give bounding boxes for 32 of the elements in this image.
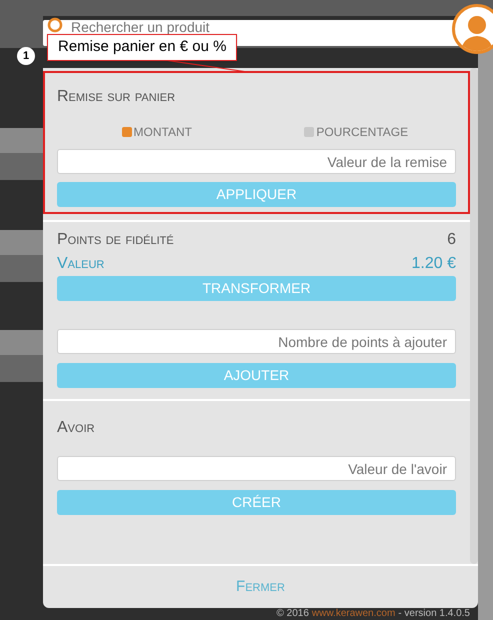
list-row (0, 128, 43, 153)
list-row (0, 355, 43, 382)
scrollbar[interactable] (470, 68, 478, 564)
value-amount: 1.20 € (412, 254, 456, 274)
step-badge: 1 (17, 47, 35, 65)
section-title: Remise sur panier (57, 87, 176, 107)
text-field[interactable]: Valeur de la remise (57, 149, 456, 174)
action-button[interactable]: TRANSFORMER (57, 276, 456, 301)
list-row (0, 230, 43, 255)
action-button[interactable]: AJOUTER (57, 363, 456, 388)
mode-option[interactable]: MONTANT (57, 123, 256, 141)
action-button[interactable]: APPLIQUER (57, 182, 456, 207)
copyright-text: © 2016 (276, 608, 309, 620)
mode-option[interactable]: POURCENTAGE (256, 123, 456, 141)
points-count: 6 (447, 230, 456, 250)
list-row (0, 153, 43, 180)
value-label: Valeur (57, 254, 104, 274)
list-row (0, 330, 43, 355)
list-row (0, 255, 43, 282)
close-button[interactable]: Fermer (236, 576, 285, 598)
section-title: Avoir (57, 418, 96, 438)
callout-tooltip: Remise panier en € ou % (47, 34, 238, 61)
section-title: Points de fidélité (57, 230, 174, 250)
search-icon (47, 17, 63, 33)
website-link[interactable]: www.kerawen.com (312, 608, 396, 620)
option-square-icon (304, 127, 314, 137)
version-text: - version 1.4.0.5 (398, 608, 470, 620)
action-button[interactable]: CRÉER (57, 490, 456, 515)
text-field[interactable]: Nombre de points à ajouter (57, 329, 456, 354)
option-square-icon (122, 127, 132, 137)
text-field[interactable]: Valeur de l'avoir (57, 456, 456, 481)
user-icon (460, 13, 493, 51)
